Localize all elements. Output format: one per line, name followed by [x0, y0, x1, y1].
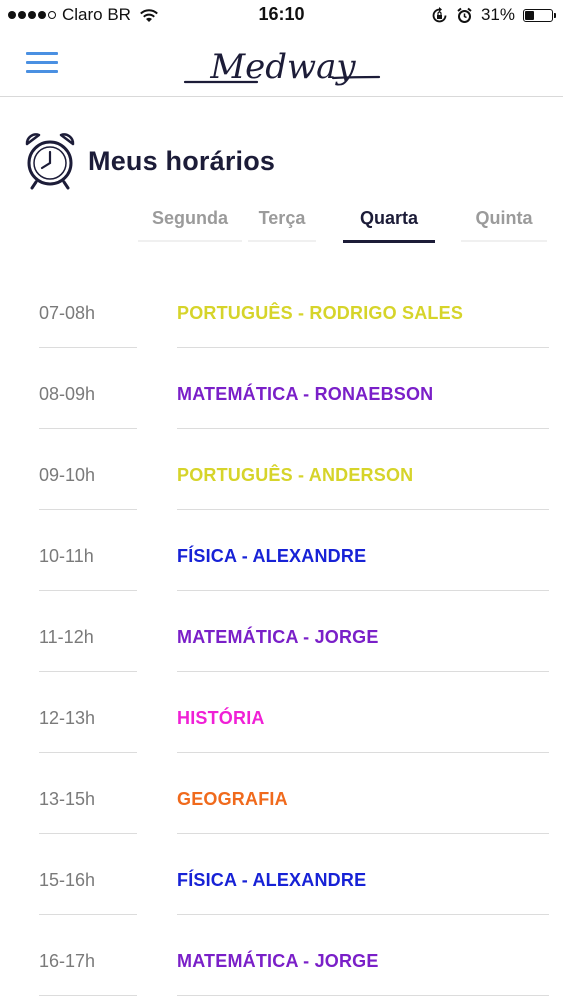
time-slot: 11-12h	[39, 592, 137, 672]
time-slot: 16-17h	[39, 916, 137, 996]
time-slot: 12-13h	[39, 673, 137, 753]
tab-quarta[interactable]: Quarta	[343, 198, 435, 244]
schedule-row: 10-11h FÍSICA - ALEXANDRE	[0, 511, 563, 592]
alarm-clock-icon	[25, 133, 75, 190]
time-slot: 13-15h	[39, 754, 137, 834]
schedule-row: 13-15h GEOGRAFIA	[0, 754, 563, 835]
schedule-row: 12-13h HISTÓRIA	[0, 673, 563, 754]
alarm-status-icon	[457, 7, 472, 23]
logo-text: Medway	[209, 47, 356, 87]
time-slot: 09-10h	[39, 430, 137, 510]
battery-percent: 31%	[480, 5, 515, 24]
status-bar: Claro BR 16:10 31%	[0, 0, 563, 32]
time-slot: 07-08h	[39, 268, 137, 348]
class-name[interactable]: PORTUGUÊS - ANDERSON	[177, 430, 549, 510]
battery-icon	[523, 8, 556, 22]
class-name[interactable]: FÍSICA - ALEXANDRE	[177, 511, 549, 591]
class-name[interactable]: MATEMÁTICA - JORGE	[177, 916, 549, 996]
page-header: Meus horários	[22, 130, 275, 192]
day-tabs: Segunda Terça Quarta Quinta	[0, 198, 563, 246]
schedule-row: 11-12h MATEMÁTICA - JORGE	[0, 592, 563, 673]
tab-segunda[interactable]: Segunda	[138, 198, 242, 244]
time-slot: 08-09h	[39, 349, 137, 429]
class-name[interactable]: FÍSICA - ALEXANDRE	[177, 835, 549, 915]
schedule-row: 16-17h MATEMÁTICA - JORGE	[0, 916, 563, 997]
tab-terca[interactable]: Terça	[248, 198, 316, 244]
rotation-lock-icon	[432, 6, 447, 22]
schedule-list: 07-08h PORTUGUÊS - RODRIGO SALES 08-09h …	[0, 268, 563, 997]
page-title: Meus horários	[88, 145, 276, 176]
class-name[interactable]: MATEMÁTICA - JORGE	[177, 592, 549, 672]
schedule-row: 15-16h FÍSICA - ALEXANDRE	[0, 835, 563, 916]
class-name[interactable]: GEOGRAFIA	[177, 754, 549, 834]
status-right: 31%	[431, 5, 556, 25]
menu-icon[interactable]	[26, 52, 58, 74]
schedule-row: 07-08h PORTUGUÊS - RODRIGO SALES	[0, 268, 563, 349]
time-slot: 10-11h	[39, 511, 137, 591]
nav-bar: Medway	[0, 32, 563, 97]
schedule-row: 09-10h PORTUGUÊS - ANDERSON	[0, 430, 563, 511]
class-name[interactable]: PORTUGUÊS - RODRIGO SALES	[177, 268, 549, 348]
medway-logo: Medway	[183, 47, 381, 87]
tab-quinta[interactable]: Quinta	[461, 198, 547, 244]
schedule-row: 08-09h MATEMÁTICA - RONAEBSON	[0, 349, 563, 430]
time-slot: 15-16h	[39, 835, 137, 915]
class-name[interactable]: MATEMÁTICA - RONAEBSON	[177, 349, 549, 429]
class-name[interactable]: HISTÓRIA	[177, 673, 549, 753]
